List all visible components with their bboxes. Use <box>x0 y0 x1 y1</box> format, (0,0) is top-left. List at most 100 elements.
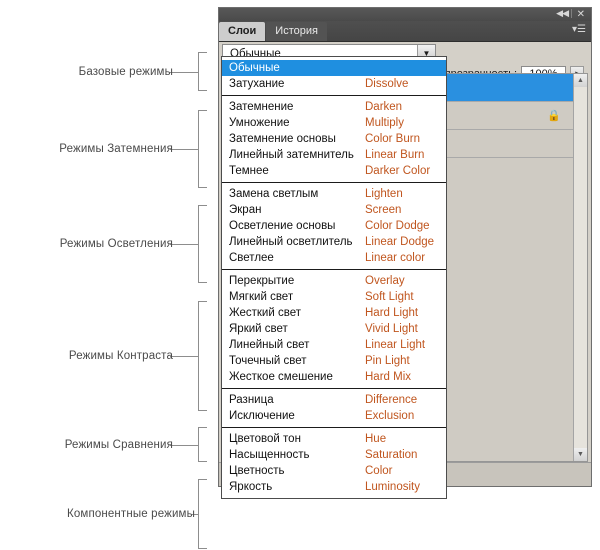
blend-mode-dropdown[interactable]: Обычные Затухание Dissolve Затемнение Darken… <box>221 56 447 499</box>
blend-mode-option[interactable]: Затемнение Darken <box>222 99 446 115</box>
blend-mode-option-label-en: Luminosity <box>365 481 420 493</box>
blend-mode-option[interactable]: Мягкий свет Soft Light <box>222 289 446 305</box>
scroll-down-icon[interactable]: ▼ <box>574 448 587 461</box>
layers-scrollbar[interactable]: ▲ ▼ <box>573 74 587 461</box>
blend-mode-option-label-ru: Замена светлым <box>229 188 319 200</box>
dropdown-group-basic-modes: Обычные Затухание Dissolve <box>222 57 446 95</box>
blend-mode-option-label-en: Linear color <box>365 252 426 264</box>
annotation-bracket <box>198 479 207 549</box>
tab-history[interactable]: История <box>266 22 327 41</box>
blend-mode-option-label-ru: Линейный свет <box>229 339 310 351</box>
dropdown-group-component-modes: Цветовой тон Hue Насыщенность Saturation Цве… <box>222 427 446 498</box>
annotation-leader-line <box>170 149 198 150</box>
blend-mode-option[interactable]: Линейный свет Linear Light <box>222 337 446 353</box>
blend-mode-option-label-en: Hard Mix <box>365 371 412 383</box>
blend-mode-option-label-en: Color Burn <box>365 133 420 145</box>
blend-mode-option-label-en: Linear Light <box>365 339 426 351</box>
blend-mode-option[interactable]: Темнее Darker Color <box>222 163 446 179</box>
close-panel-icon[interactable]: ✕ <box>577 9 585 20</box>
blend-mode-option-label-ru: Затухание <box>229 78 285 90</box>
scroll-up-icon[interactable]: ▲ <box>574 74 587 87</box>
blend-mode-option-label-ru: Яркость <box>229 481 273 493</box>
blend-mode-option-label-ru: Линейный затемнитель <box>229 149 354 161</box>
blend-mode-option-label-en: Exclusion <box>365 410 415 422</box>
blend-mode-option[interactable]: Линейный осветлитель Linear Dodge <box>222 234 446 250</box>
dropdown-group-contrast-modes: Перекрытие Overlay Мягкий свет Soft Light Же… <box>222 269 446 388</box>
titlebar-separator: | <box>569 9 573 19</box>
annotation-label: Режимы Контраста <box>68 350 173 362</box>
panel-menu-icon[interactable]: ▾☰ <box>572 25 586 35</box>
annotation-bracket <box>198 301 207 411</box>
blend-mode-option-label-en: Linear Burn <box>365 149 425 161</box>
blend-mode-option[interactable]: Цветовой тон Hue <box>222 431 446 447</box>
blend-mode-option[interactable]: Замена светлым Lighten <box>222 186 446 202</box>
panel-titlebar: ◀◀ | ✕ <box>219 8 591 21</box>
annotation-bracket <box>198 427 207 462</box>
annotation-label: Компонентные режимы <box>67 508 195 520</box>
annotation-label: Режимы Затемнения <box>59 143 173 155</box>
blend-mode-option-label-ru: Жесткое смешение <box>229 371 333 383</box>
blend-mode-option-label-ru: Жесткий свет <box>229 307 301 319</box>
annotation-label: Режимы Осветления <box>59 238 173 250</box>
blend-mode-option-label-en: Screen <box>365 204 402 216</box>
blend-mode-option-label-ru: Цветность <box>229 465 285 477</box>
blend-mode-option-label-ru: Линейный осветлитель <box>229 236 353 248</box>
annotation-label: Базовые режимы <box>78 66 173 78</box>
blend-mode-option-label-en: Pin Light <box>365 355 410 367</box>
panel-tab-bar: Слои История ▾☰ <box>219 21 591 42</box>
collapse-panel-icon[interactable]: ◀◀ <box>556 9 569 20</box>
annotation-column: Базовые режимы Режимы Затемнения Режимы Ос… <box>0 0 219 550</box>
annotation-leader-line <box>170 72 198 73</box>
blend-mode-option[interactable]: Осветление основы Color Dodge <box>222 218 446 234</box>
dropdown-group-lighten-modes: Замена светлым Lighten Экран Screen Осветлен… <box>222 182 446 269</box>
blend-mode-option-label-ru: Яркий свет <box>229 323 288 335</box>
blend-mode-option-label-en: Lighten <box>365 188 403 200</box>
blend-mode-option-label-ru: Затемнение <box>229 101 294 113</box>
blend-mode-option[interactable]: Насыщенность Saturation <box>222 447 446 463</box>
blend-mode-option-label-en: Vivid Light <box>365 323 418 335</box>
blend-mode-option-label-en: Dissolve <box>365 78 409 90</box>
blend-mode-option-label-en: Darker Color <box>365 165 431 177</box>
blend-mode-option-label-ru: Обычные <box>229 62 280 74</box>
blend-mode-option[interactable]: Светлее Linear color <box>222 250 446 266</box>
blend-mode-option[interactable]: Линейный затемнитель Linear Burn <box>222 147 446 163</box>
dropdown-group-darken-modes: Затемнение Darken Умножение Multiply Затемне… <box>222 95 446 182</box>
blend-mode-option[interactable]: Умножение Multiply <box>222 115 446 131</box>
blend-mode-option[interactable]: Обычные <box>222 60 446 76</box>
blend-mode-option-label-ru: Разница <box>229 394 274 406</box>
blend-mode-option[interactable]: Точечный свет Pin Light <box>222 353 446 369</box>
blend-mode-option-label-en: Saturation <box>365 449 418 461</box>
blend-mode-option-label-en: Overlay <box>365 275 405 287</box>
blend-mode-option-label-ru: Темнее <box>229 165 269 177</box>
blend-mode-option[interactable]: Яркость Luminosity <box>222 479 446 495</box>
blend-mode-option-label-en: Linear Dodge <box>365 236 435 248</box>
blend-mode-option[interactable]: Затемнение основы Color Burn <box>222 131 446 147</box>
blend-mode-option-label-ru: Экран <box>229 204 262 216</box>
blend-mode-option[interactable]: Цветность Color <box>222 463 446 479</box>
blend-mode-option[interactable]: Яркий свет Vivid Light <box>222 321 446 337</box>
blend-mode-option-label-ru: Умножение <box>229 117 290 129</box>
blend-mode-option-label-ru: Осветление основы <box>229 220 336 232</box>
blend-mode-option-label-ru: Перекрытие <box>229 275 295 287</box>
tab-layers[interactable]: Слои <box>219 22 266 41</box>
blend-mode-option[interactable]: Экран Screen <box>222 202 446 218</box>
blend-mode-option[interactable]: Перекрытие Overlay <box>222 273 446 289</box>
blend-mode-option-label-en: Multiply <box>365 117 404 129</box>
blend-mode-option[interactable]: Исключение Exclusion <box>222 408 446 424</box>
blend-mode-option-label-en: Difference <box>365 394 418 406</box>
annotation-leader-line <box>170 244 198 245</box>
blend-mode-option[interactable]: Жесткий свет Hard Light <box>222 305 446 321</box>
annotation-bracket <box>198 52 207 91</box>
blend-mode-option[interactable]: Жесткое смешение Hard Mix <box>222 369 446 385</box>
blend-mode-option-label-en: Soft Light <box>365 291 414 303</box>
blend-mode-option-label-en: Hard Light <box>365 307 419 319</box>
blend-mode-option-label-ru: Светлее <box>229 252 274 264</box>
blend-mode-option[interactable]: Разница Difference <box>222 392 446 408</box>
annotation-bracket <box>198 205 207 283</box>
blend-mode-option-label-ru: Мягкий свет <box>229 291 294 303</box>
blend-mode-option[interactable]: Затухание Dissolve <box>222 76 446 92</box>
annotation-leader-line <box>170 445 198 446</box>
dropdown-group-comparative-modes: Разница Difference Исключение Exclusion <box>222 388 446 427</box>
blend-mode-option-label-ru: Насыщенность <box>229 449 310 461</box>
blend-mode-option-label-ru: Исключение <box>229 410 295 422</box>
